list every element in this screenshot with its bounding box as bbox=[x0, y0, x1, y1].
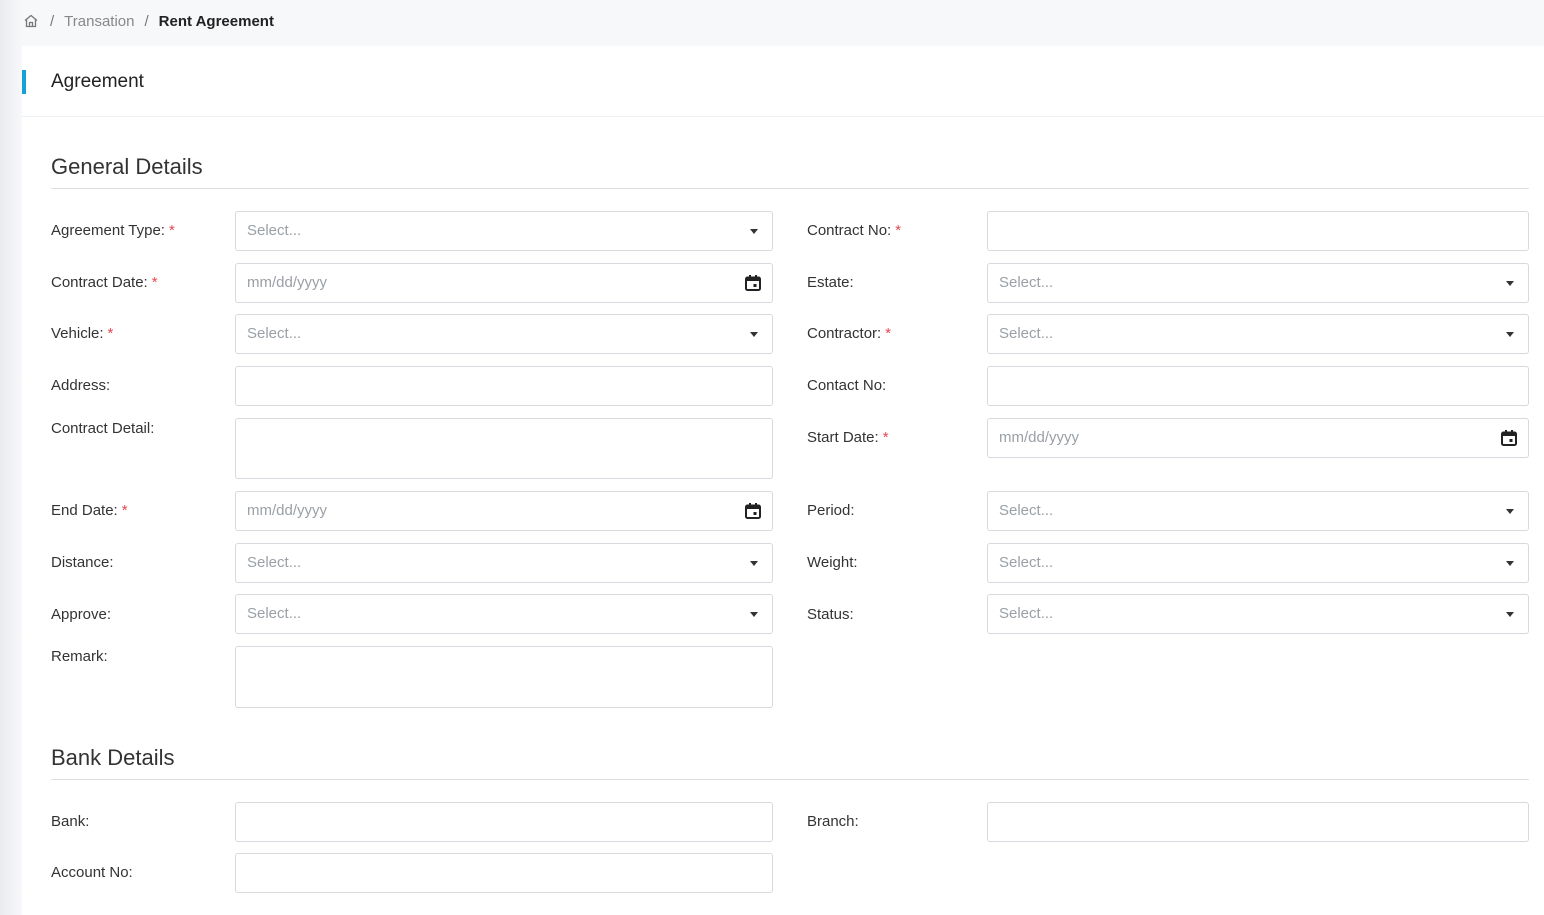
breadcrumb-rent-agreement: Rent Agreement bbox=[158, 12, 274, 30]
start-date-label: Start Date: * bbox=[807, 429, 889, 446]
distance-select[interactable]: Select... bbox=[235, 543, 773, 583]
breadcrumb: / Transation / Rent Agreement bbox=[22, 10, 274, 32]
contact-no-label: Contact No: bbox=[807, 377, 887, 394]
approve-label: Approve: bbox=[51, 606, 112, 623]
select-placeholder: Select... bbox=[999, 502, 1054, 519]
bank-label: Bank: bbox=[51, 813, 90, 830]
calendar-icon[interactable] bbox=[1500, 429, 1518, 447]
breadcrumb-transation[interactable]: Transation bbox=[64, 13, 134, 30]
select-placeholder: Select... bbox=[999, 605, 1054, 622]
select-placeholder: Select... bbox=[247, 605, 302, 622]
contract-no-input[interactable] bbox=[987, 211, 1529, 251]
general-details-title: General Details bbox=[51, 154, 203, 179]
breadcrumb-separator: / bbox=[144, 12, 149, 30]
contract-detail-label: Contract Detail: bbox=[51, 420, 155, 437]
branch-input[interactable] bbox=[987, 802, 1529, 842]
caret-down-icon bbox=[1506, 332, 1514, 337]
caret-down-icon bbox=[1506, 281, 1514, 286]
select-placeholder: Select... bbox=[247, 325, 302, 342]
select-placeholder: Select... bbox=[999, 274, 1054, 291]
agreement-panel: Agreement General Details Agreement Type… bbox=[22, 46, 1544, 915]
select-placeholder: Select... bbox=[999, 554, 1054, 571]
home-icon[interactable] bbox=[22, 12, 40, 30]
vehicle-select[interactable]: Select... bbox=[235, 314, 773, 354]
contract-date-label: Contract Date: * bbox=[51, 274, 158, 291]
date-placeholder: mm/dd/yyyy bbox=[247, 502, 328, 519]
remark-label: Remark: bbox=[51, 648, 108, 665]
vehicle-label: Vehicle: * bbox=[51, 325, 114, 342]
branch-label: Branch: bbox=[807, 813, 859, 830]
account-no-input[interactable] bbox=[235, 853, 773, 893]
bank-input[interactable] bbox=[235, 802, 773, 842]
weight-select[interactable]: Select... bbox=[987, 543, 1529, 583]
title-accent-bar bbox=[22, 70, 26, 94]
contract-date-input[interactable]: mm/dd/yyyy bbox=[235, 263, 773, 303]
caret-down-icon bbox=[1506, 509, 1514, 514]
caret-down-icon bbox=[1506, 612, 1514, 617]
caret-down-icon bbox=[750, 332, 758, 337]
agreement-type-select[interactable]: Select... bbox=[235, 211, 773, 251]
status-label: Status: bbox=[807, 606, 854, 623]
breadcrumb-separator: / bbox=[50, 12, 55, 30]
section-divider bbox=[51, 188, 1529, 189]
panel-title: Agreement bbox=[51, 71, 144, 92]
caret-down-icon bbox=[750, 229, 758, 234]
select-placeholder: Select... bbox=[247, 222, 302, 239]
address-label: Address: bbox=[51, 377, 111, 394]
section-divider bbox=[51, 779, 1529, 780]
bank-details-title: Bank Details bbox=[51, 745, 175, 770]
status-select[interactable]: Select... bbox=[987, 594, 1529, 634]
end-date-label: End Date: * bbox=[51, 502, 128, 519]
contract-no-label: Contract No: * bbox=[807, 222, 902, 239]
date-placeholder: mm/dd/yyyy bbox=[247, 274, 328, 291]
caret-down-icon bbox=[1506, 561, 1514, 566]
contractor-label: Contractor: * bbox=[807, 325, 892, 342]
page-left-shade bbox=[0, 0, 22, 915]
date-placeholder: mm/dd/yyyy bbox=[999, 429, 1080, 446]
period-label: Period: bbox=[807, 502, 855, 519]
end-date-input[interactable]: mm/dd/yyyy bbox=[235, 491, 773, 531]
caret-down-icon bbox=[750, 561, 758, 566]
account-no-label: Account No: bbox=[51, 864, 133, 881]
contact-no-input[interactable] bbox=[987, 366, 1529, 406]
weight-label: Weight: bbox=[807, 554, 858, 571]
select-placeholder: Select... bbox=[999, 325, 1054, 342]
estate-select[interactable]: Select... bbox=[987, 263, 1529, 303]
panel-header: Agreement bbox=[22, 46, 1544, 117]
remark-textarea[interactable] bbox=[235, 646, 773, 708]
approve-select[interactable]: Select... bbox=[235, 594, 773, 634]
caret-down-icon bbox=[750, 612, 758, 617]
period-select[interactable]: Select... bbox=[987, 491, 1529, 531]
address-input[interactable] bbox=[235, 366, 773, 406]
estate-label: Estate: bbox=[807, 274, 854, 291]
start-date-input[interactable]: mm/dd/yyyy bbox=[987, 418, 1529, 458]
agreement-type-label: Agreement Type: * bbox=[51, 222, 175, 239]
contract-detail-textarea[interactable] bbox=[235, 418, 773, 479]
calendar-icon[interactable] bbox=[744, 502, 762, 520]
distance-label: Distance: bbox=[51, 554, 114, 571]
contractor-select[interactable]: Select... bbox=[987, 314, 1529, 354]
calendar-icon[interactable] bbox=[744, 274, 762, 292]
select-placeholder: Select... bbox=[247, 554, 302, 571]
